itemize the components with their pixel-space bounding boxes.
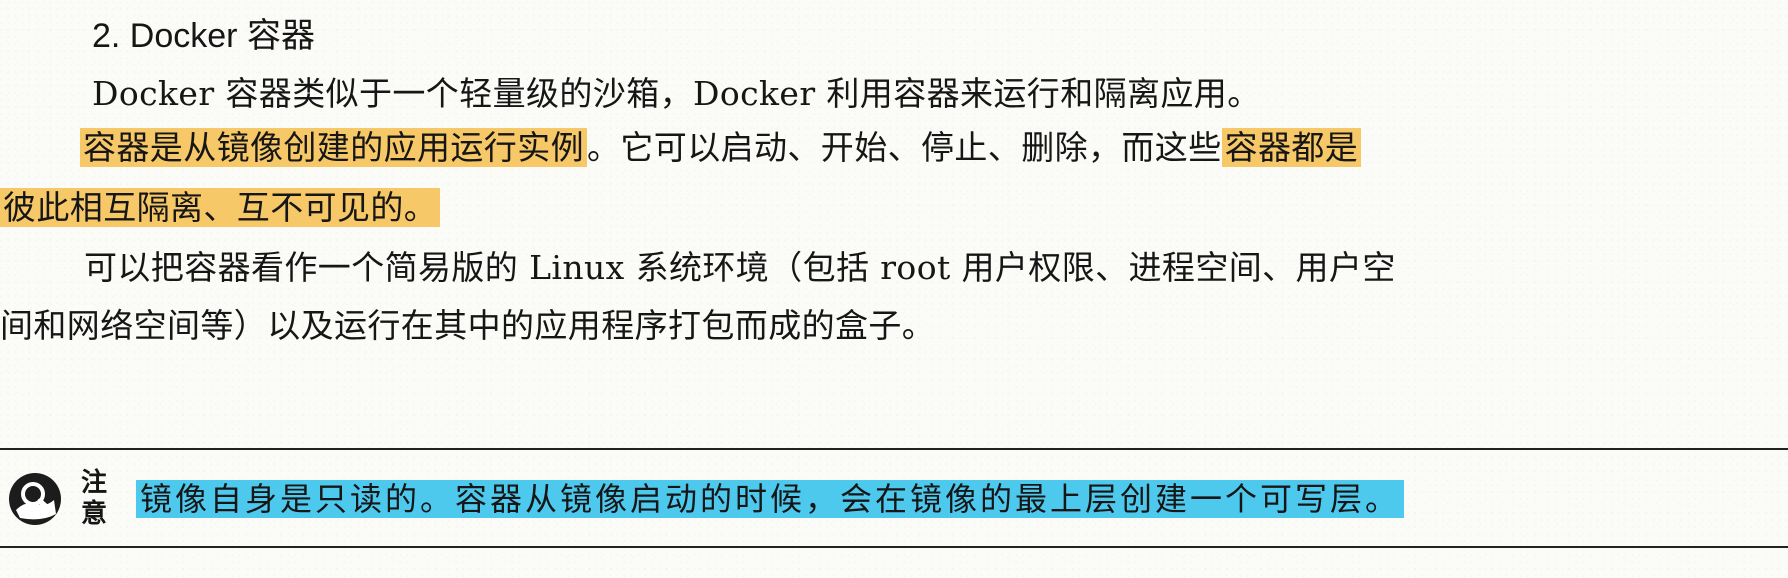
note-label: 注 意 bbox=[74, 468, 114, 530]
section-heading: 2. Docker 容器 bbox=[92, 17, 315, 55]
paragraph-2-line-2: 彼此相互隔离、互不可见的。 bbox=[0, 178, 441, 238]
note-label-top: 注 bbox=[80, 468, 107, 498]
highlight-containers-isolated-start: 容器都是 bbox=[1221, 128, 1362, 167]
highlight-containers-isolated-end: 彼此相互隔离、互不可见的。 bbox=[0, 188, 441, 227]
paragraph-3-line-2-text: 间和网络空间等）以及运行在其中的应用程序打包而成的盒子。 bbox=[0, 306, 936, 345]
paragraph-2-middle-text: 。它可以启动、开始、停止、删除，而这些 bbox=[587, 128, 1222, 167]
document-page: 2. Docker 容器 Docker 容器类似于一个轻量级的沙箱，Docker… bbox=[0, 0, 1788, 578]
paragraph-2-line-1: 容器是从镜像创建的应用运行实例。它可以启动、开始、停止、删除，而这些容器都是 bbox=[80, 118, 1362, 178]
magnifier-note-icon bbox=[9, 473, 61, 525]
paragraph-3-line-1: 可以把容器看作一个简易版的 Linux 系统环境（包括 root 用户权限、进程… bbox=[84, 238, 1396, 298]
paragraph-1: Docker 容器类似于一个轻量级的沙箱，Docker 利用容器来运行和隔离应用… bbox=[92, 64, 1261, 124]
paragraph-3-line-1-text: 可以把容器看作一个简易版的 Linux 系统环境（包括 root 用户权限、进程… bbox=[84, 248, 1396, 287]
note-bottom-rule bbox=[0, 546, 1788, 548]
highlight-container-instance: 容器是从镜像创建的应用运行实例 bbox=[80, 128, 587, 167]
note-top-rule bbox=[0, 448, 1788, 450]
paragraph-3-line-2: 间和网络空间等）以及运行在其中的应用程序打包而成的盒子。 bbox=[0, 296, 935, 356]
paragraph-1-text: Docker 容器类似于一个轻量级的沙箱，Docker 利用容器来运行和隔离应用… bbox=[92, 74, 1261, 113]
note-highlight: 镜像自身是只读的。容器从镜像启动的时候，会在镜像的最上层创建一个可写层。 bbox=[136, 480, 1405, 518]
note-label-bottom: 意 bbox=[80, 499, 107, 529]
note-text: 镜像自身是只读的。容器从镜像启动的时候，会在镜像的最上层创建一个可写层。 bbox=[136, 470, 1405, 528]
